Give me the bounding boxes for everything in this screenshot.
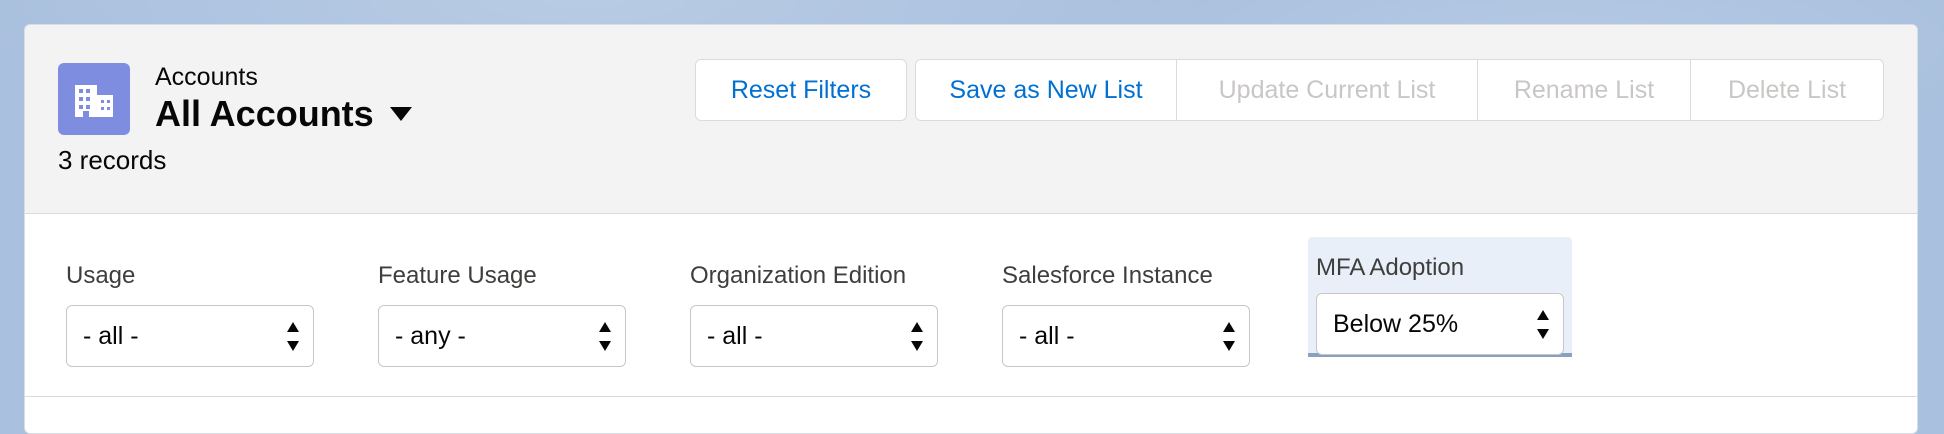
save-as-new-list-button[interactable]: Save as New List [915, 59, 1177, 121]
filter-label: MFA Adoption [1316, 254, 1465, 281]
select-value: Below 25% [1333, 309, 1459, 338]
select-value: - all - [1019, 321, 1075, 350]
organization-edition-select[interactable]: - all - [690, 305, 938, 367]
building-icon [58, 63, 130, 135]
select-arrows-icon [599, 322, 611, 352]
filter-salesforce-instance: Salesforce Instance - all - [1002, 261, 1252, 367]
list-view-header: Accounts All Accounts 3 records Reset Fi… [25, 25, 1917, 214]
select-arrows-icon [911, 322, 923, 352]
select-value: - all - [707, 321, 763, 350]
select-arrows-icon [1223, 322, 1235, 352]
filter-usage: Usage - all - [66, 261, 316, 367]
record-count: 3 records [58, 145, 167, 175]
select-arrows-icon [287, 322, 299, 352]
object-label: Accounts [155, 63, 258, 91]
reset-filters-button[interactable]: Reset Filters [695, 59, 907, 121]
filter-label: Feature Usage [378, 262, 537, 289]
filter-mfa-adoption: MFA Adoption Below 25% [1308, 237, 1572, 357]
usage-select[interactable]: - all - [66, 305, 314, 367]
select-value: - any - [395, 321, 466, 350]
rename-list-button: Rename List [1477, 59, 1691, 121]
select-value: - all - [83, 321, 139, 350]
select-arrows-icon [1537, 310, 1549, 340]
list-view-selector[interactable]: All Accounts [155, 93, 412, 135]
filter-label: Usage [66, 262, 136, 289]
list-title: All Accounts [155, 93, 374, 134]
filter-organization-edition: Organization Edition - all - [690, 261, 940, 367]
salesforce-instance-select[interactable]: - all - [1002, 305, 1250, 367]
feature-usage-select[interactable]: - any - [378, 305, 626, 367]
filter-label: Organization Edition [690, 262, 907, 289]
filter-feature-usage: Feature Usage - any - [378, 261, 628, 367]
divider [25, 396, 1917, 397]
update-current-list-button: Update Current List [1176, 59, 1478, 121]
filter-label: Salesforce Instance [1002, 262, 1213, 289]
list-view-card: Accounts All Accounts 3 records Reset Fi… [24, 24, 1918, 434]
delete-list-button: Delete List [1690, 59, 1884, 121]
mfa-adoption-select[interactable]: Below 25% [1316, 293, 1564, 355]
caret-down-icon [389, 107, 412, 121]
